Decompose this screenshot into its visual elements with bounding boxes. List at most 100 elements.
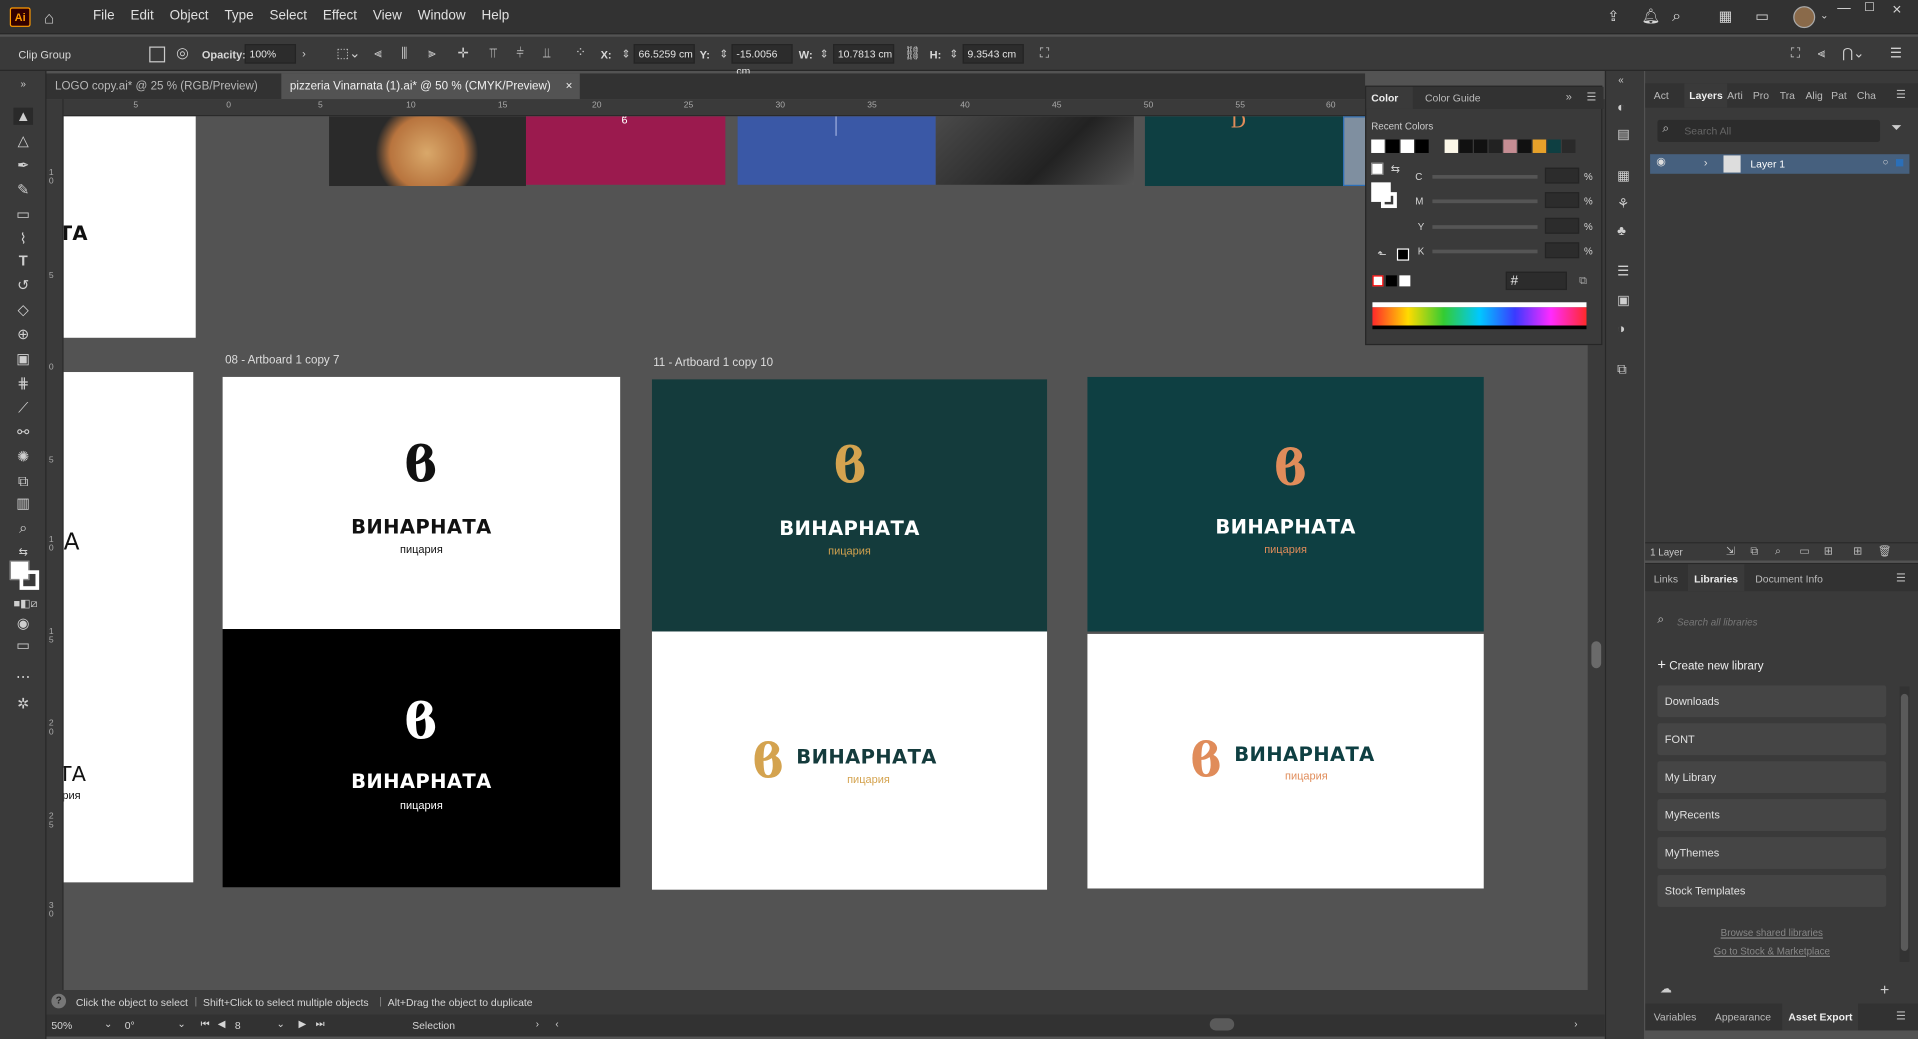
minimize-icon[interactable]: — — [1837, 1, 1850, 16]
more-tools-icon[interactable]: ⋯ — [13, 668, 33, 685]
stepper-icon[interactable]: ⇕ — [719, 47, 728, 62]
scroll-right-icon[interactable]: › — [1574, 1018, 1577, 1029]
align-left-icon[interactable]: ⫷ — [374, 47, 382, 62]
m-slider[interactable] — [1432, 199, 1538, 204]
target-icon[interactable]: ○ — [1883, 157, 1889, 168]
previous-artboard-icon[interactable]: ◀ — [218, 1018, 226, 1029]
tab-pizzeria[interactable]: pizzeria Vinarnata (1).ai* @ 50 % (CMYK/… — [281, 73, 580, 100]
rectangle-tool-icon[interactable]: ▭ — [13, 206, 33, 223]
stepper-icon[interactable]: ⇕ — [949, 47, 958, 62]
tab-color-guide[interactable]: Color Guide — [1425, 92, 1480, 104]
shape-builder-icon[interactable]: ⊕ — [13, 326, 33, 343]
default-colors-icon[interactable] — [1371, 162, 1384, 176]
tab-properties[interactable]: Pro — [1753, 89, 1769, 101]
align-right-icon[interactable]: ⫸ — [428, 47, 436, 62]
x-input[interactable]: 66.5259 cm — [633, 44, 695, 64]
filter-icon[interactable]: ⏷ — [1891, 121, 1902, 137]
menu-effect[interactable]: Effect — [323, 9, 357, 24]
share-icon[interactable]: ⇪ — [1607, 7, 1619, 24]
libraries-search[interactable]: ⌕ Search all libraries — [1657, 611, 1902, 633]
swatch[interactable] — [1385, 139, 1400, 153]
symbols-icon[interactable]: ♣ — [1617, 224, 1626, 239]
layer-row[interactable]: ◉ › Layer 1 ○ — [1650, 154, 1910, 174]
gradient-icon[interactable]: ▣ — [1617, 294, 1630, 309]
swatch[interactable] — [1400, 139, 1415, 153]
artboard-number[interactable]: 8 — [235, 1019, 241, 1031]
tab-asset-export[interactable]: Asset Export — [1782, 1003, 1859, 1031]
next-artboard-icon[interactable]: ▶ — [298, 1018, 306, 1029]
tab-actions[interactable]: Act — [1654, 89, 1669, 101]
pen-tool-icon[interactable]: ✒ — [13, 157, 33, 174]
brushes-icon[interactable]: ⚘ — [1617, 197, 1629, 212]
zoom-select[interactable]: 50% — [51, 1019, 72, 1031]
add-icon[interactable]: + — [1880, 980, 1889, 998]
align-panel-icon[interactable]: ⫷ — [1818, 47, 1826, 62]
tab-variables[interactable]: Variables — [1654, 1011, 1697, 1023]
library-downloads[interactable]: Downloads — [1657, 685, 1887, 718]
magnet-icon[interactable]: ⋂⌄ — [1842, 47, 1864, 62]
k-input[interactable] — [1544, 242, 1580, 259]
expand-icon[interactable]: » — [1566, 91, 1572, 103]
curvature-tool-icon[interactable]: ✎ — [13, 181, 33, 198]
stroke-icon[interactable]: ☰ — [1617, 264, 1629, 279]
crimson-board[interactable]: ϐ — [525, 116, 726, 185]
stock-link[interactable]: Go to Stock & Marketplace — [1645, 946, 1898, 957]
artboard-white[interactable]: ϐ ВИНАРНАТА пицария — [222, 376, 621, 630]
edit-toolbar-icon[interactable]: ✲ — [13, 695, 33, 712]
last-artboard-icon[interactable]: ⏭ — [316, 1018, 325, 1030]
draw-mode-icon[interactable]: ◉ — [13, 614, 33, 631]
tab-appearance[interactable]: Appearance — [1715, 1011, 1771, 1023]
partial-artboard-left[interactable]: А ТА ария — [63, 372, 194, 883]
menu-view[interactable]: View — [373, 9, 402, 24]
swatch[interactable] — [1562, 139, 1576, 153]
direct-selection-tool-icon[interactable]: △ — [13, 132, 33, 149]
maximize-icon[interactable]: ☐ — [1864, 1, 1875, 14]
pizza-image[interactable] — [329, 116, 526, 187]
color-panel-icon[interactable]: ◐ — [1617, 100, 1625, 115]
color-mode-icon[interactable]: ■◧⧄ — [13, 595, 37, 612]
tab-libraries[interactable]: Libraries — [1688, 564, 1745, 592]
menu-icon[interactable]: ☰ — [1890, 47, 1902, 62]
align-center-icon[interactable]: ⫼ — [401, 47, 407, 62]
c-slider[interactable] — [1432, 175, 1538, 179]
rotation-select[interactable]: 0° — [125, 1019, 135, 1031]
align-middle-icon[interactable]: ⫩ — [516, 47, 524, 62]
tab-links[interactable]: Links — [1654, 573, 1678, 585]
stroke-none-swatch[interactable] — [1380, 192, 1397, 209]
menu-type[interactable]: Type — [224, 9, 253, 24]
swatch[interactable] — [1429, 139, 1444, 153]
white-swatch[interactable] — [1399, 275, 1411, 287]
locate-icon[interactable]: ⌕ — [1775, 545, 1781, 558]
create-library-button[interactable]: + Create new library — [1657, 656, 1763, 673]
chevron-right-icon[interactable]: › — [1704, 157, 1708, 169]
eraser-tool-icon[interactable]: ◇ — [13, 301, 33, 318]
workspace-icon[interactable]: ▦ — [1719, 7, 1733, 24]
swatch[interactable] — [1576, 139, 1591, 153]
browse-shared-link[interactable]: Browse shared libraries — [1645, 928, 1898, 939]
graph-tool-icon[interactable]: ▥ — [13, 494, 33, 511]
blend-tool-icon[interactable]: ⚯ — [13, 423, 33, 440]
artboard-label[interactable]: 08 - Artboard 1 copy 7 — [225, 354, 339, 367]
selection-indicator[interactable] — [1895, 159, 1904, 167]
rotate-tool-icon[interactable]: ↺ — [13, 277, 33, 294]
artboard-white-horizontal-2[interactable]: ϐ ВИНАРНАТА пицария — [1087, 633, 1484, 889]
k-slider[interactable] — [1432, 249, 1538, 254]
copy-icon[interactable]: ⧉ — [1579, 274, 1587, 287]
h-input[interactable]: 9.3543 cm — [962, 44, 1024, 64]
menu-icon[interactable]: ☰ — [1896, 572, 1906, 585]
help-icon[interactable]: ? — [51, 993, 67, 1009]
arrange-icon[interactable]: ▭ — [1755, 7, 1769, 24]
tab-document-info[interactable]: Document Info — [1755, 573, 1823, 585]
artboard-black[interactable]: ϐ ВИНАРНАТА пицария — [222, 629, 621, 888]
home-icon[interactable]: ⌂ — [44, 7, 54, 27]
canvas[interactable]: ϐ D ТА А ТА ария 08 - Artboard 1 copy 7 … — [63, 116, 1588, 991]
swap-colors-icon[interactable]: ⇆ — [1391, 163, 1400, 176]
swatch[interactable] — [1488, 139, 1503, 153]
none-swatch[interactable] — [1372, 275, 1384, 287]
align-top-icon[interactable]: ⫪ — [489, 47, 497, 62]
type-tool-icon[interactable]: T — [13, 252, 33, 269]
search-icon[interactable]: ⌕ — [1672, 6, 1681, 26]
layers-search[interactable]: ⌕ Search All — [1657, 119, 1881, 142]
collapse-icon[interactable]: » — [13, 76, 33, 93]
close-icon[interactable]: × — [566, 73, 573, 99]
